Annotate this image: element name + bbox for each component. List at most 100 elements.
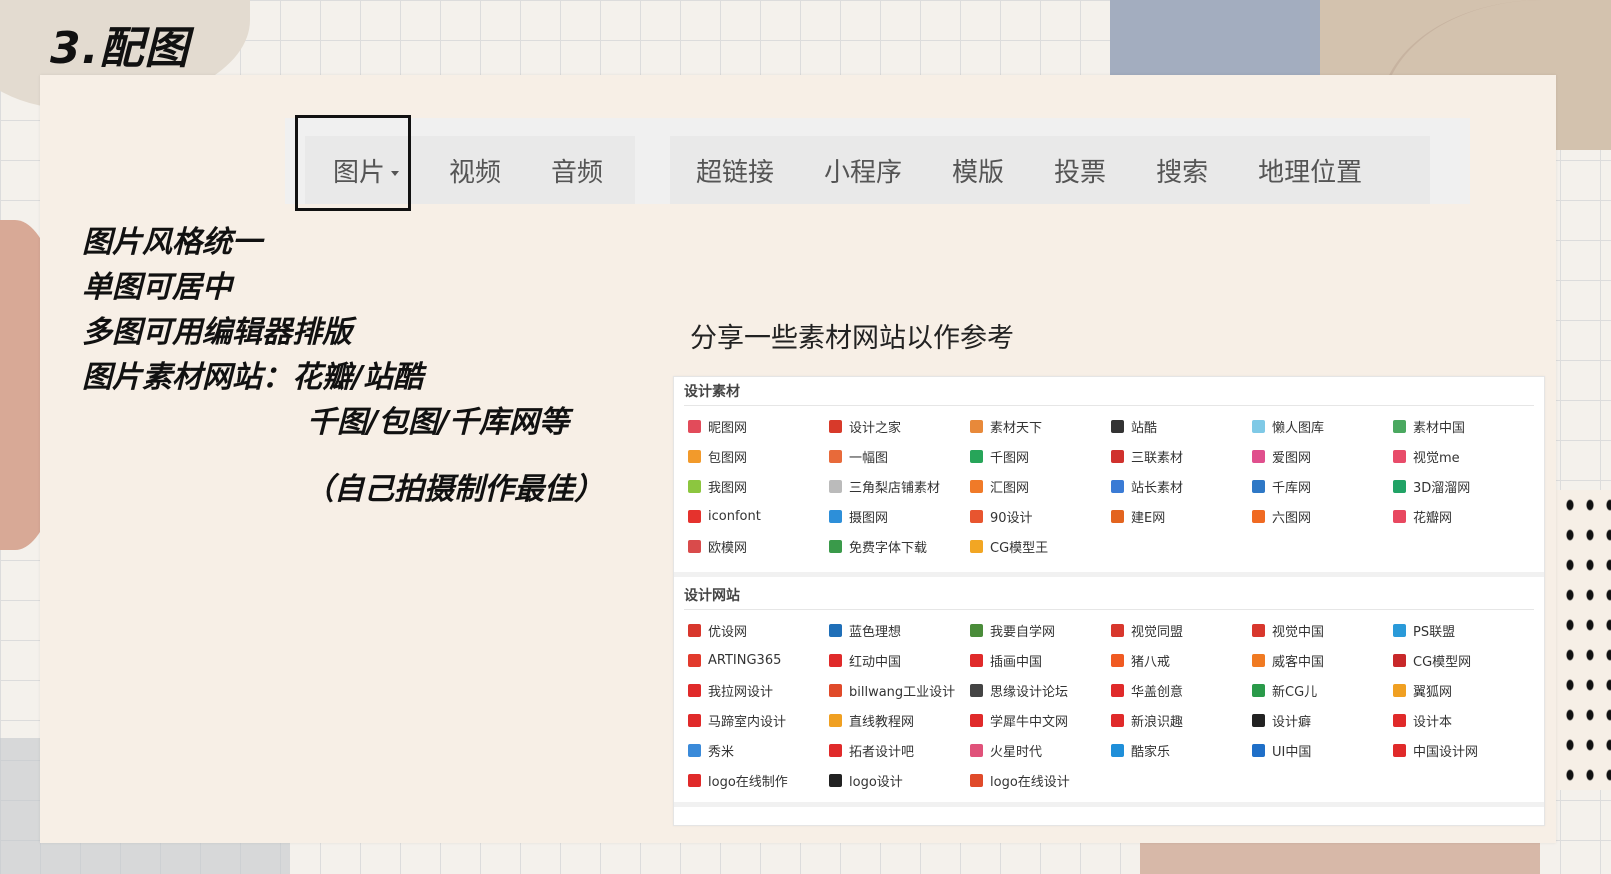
site-logo-icon	[970, 653, 983, 667]
resource-link[interactable]: 酷家乐	[1111, 735, 1252, 765]
resource-link[interactable]: iconfont	[688, 501, 829, 531]
resource-link[interactable]: 视觉me	[1393, 441, 1534, 471]
resource-link[interactable]: 拓者设计吧	[829, 735, 970, 765]
tab-miniprogram[interactable]: 小程序	[824, 152, 902, 189]
site-logo-icon	[688, 743, 701, 757]
resource-link[interactable]: 视觉中国	[1252, 615, 1393, 645]
resource-link[interactable]: 三联素材	[1111, 441, 1252, 471]
resource-link[interactable]: 千库网	[1252, 471, 1393, 501]
tab-search[interactable]: 搜索	[1156, 152, 1208, 189]
resource-link[interactable]: 建E网	[1111, 501, 1252, 531]
resource-link[interactable]: PS联盟	[1393, 615, 1534, 645]
resource-link-label: 建E网	[1131, 510, 1166, 526]
resource-link[interactable]: 昵图网	[688, 411, 829, 441]
site-logo-icon	[829, 713, 842, 727]
resource-link-label: 思缘设计论坛	[990, 684, 1069, 700]
resource-link-label: CG模型王	[990, 540, 1049, 556]
resource-link[interactable]: 素材中国	[1393, 411, 1534, 441]
resource-link[interactable]: 免费字体下载	[829, 531, 970, 561]
resource-link[interactable]: logo在线制作	[688, 765, 829, 795]
resource-link-label: logo设计	[849, 774, 903, 790]
resource-link[interactable]: billwang工业设计	[829, 675, 970, 705]
resource-link-label: UI中国	[1272, 744, 1312, 760]
note-line: （自己拍摄制作最佳）	[304, 472, 604, 507]
resource-link[interactable]: 新CG儿	[1252, 675, 1393, 705]
resource-link[interactable]: 我要自学网	[970, 615, 1111, 645]
site-logo-icon	[1393, 623, 1406, 637]
resource-link[interactable]: 红动中国	[829, 645, 970, 675]
site-logo-icon	[970, 419, 983, 433]
resource-link[interactable]: 站长素材	[1111, 471, 1252, 501]
resource-link[interactable]: 学犀牛中文网	[970, 705, 1111, 735]
resource-link[interactable]: 插画中国	[970, 645, 1111, 675]
resource-link-label: 新CG儿	[1272, 684, 1318, 700]
resource-link-label: 设计本	[1413, 714, 1453, 730]
resource-link[interactable]: 翼狐网	[1393, 675, 1534, 705]
resource-link[interactable]: 3D溜溜网	[1393, 471, 1534, 501]
resource-link-label: 翼狐网	[1413, 684, 1453, 700]
site-logo-icon	[829, 623, 842, 637]
resource-link[interactable]: 汇图网	[970, 471, 1111, 501]
resource-link[interactable]: ARTING365	[688, 645, 829, 675]
resource-link[interactable]: 火星时代	[970, 735, 1111, 765]
resource-link[interactable]: 花瓣网	[1393, 501, 1534, 531]
site-logo-icon	[970, 539, 983, 553]
resource-link-label: 猪八戒	[1131, 654, 1171, 670]
resource-link[interactable]: 威客中国	[1252, 645, 1393, 675]
resource-link-label: 站长素材	[1131, 480, 1184, 496]
resource-link[interactable]: 我图网	[688, 471, 829, 501]
tab-template[interactable]: 模版	[952, 152, 1004, 189]
resource-link[interactable]: 三角梨店铺素材	[829, 471, 970, 501]
resource-link[interactable]: 90设计	[970, 501, 1111, 531]
resource-link[interactable]: 懒人图库	[1252, 411, 1393, 441]
resource-link[interactable]: 思缘设计论坛	[970, 675, 1111, 705]
resource-link[interactable]: 设计癖	[1252, 705, 1393, 735]
resource-link[interactable]: 猪八戒	[1111, 645, 1252, 675]
resource-link[interactable]: 马蹄室内设计	[688, 705, 829, 735]
tab-audio[interactable]: 音频	[551, 152, 603, 189]
resource-link[interactable]: 视觉同盟	[1111, 615, 1252, 645]
resource-link[interactable]: 摄图网	[829, 501, 970, 531]
site-logo-icon	[1111, 683, 1124, 697]
note-line: 图片风格统一	[82, 225, 262, 260]
resource-link[interactable]: 优设网	[688, 615, 829, 645]
resource-link[interactable]: 素材天下	[970, 411, 1111, 441]
tab-location[interactable]: 地理位置	[1258, 152, 1362, 189]
resource-link[interactable]: 中国设计网	[1393, 735, 1534, 765]
site-logo-icon	[1252, 449, 1265, 463]
resource-link[interactable]: 包图网	[688, 441, 829, 471]
resource-link[interactable]: UI中国	[1252, 735, 1393, 765]
resource-link[interactable]: 蓝色理想	[829, 615, 970, 645]
tab-hyperlink[interactable]: 超链接	[696, 152, 774, 189]
resource-link[interactable]: 欧模网	[688, 531, 829, 561]
resource-link[interactable]: CG模型王	[970, 531, 1111, 561]
site-logo-icon	[1252, 479, 1265, 493]
resource-link[interactable]: 爱图网	[1252, 441, 1393, 471]
resource-link-label: 设计癖	[1272, 714, 1312, 730]
resource-link[interactable]: 直线教程网	[829, 705, 970, 735]
resource-link[interactable]: 设计之家	[829, 411, 970, 441]
tab-group-more: 超链接 小程序 模版 投票 搜索 地理位置	[670, 136, 1430, 204]
resource-link[interactable]: 秀米	[688, 735, 829, 765]
resource-link[interactable]: 千图网	[970, 441, 1111, 471]
resource-link[interactable]: 设计本	[1393, 705, 1534, 735]
resource-link[interactable]: logo在线设计	[970, 765, 1111, 795]
resource-link[interactable]: 一幅图	[829, 441, 970, 471]
resource-link[interactable]: 我拉网设计	[688, 675, 829, 705]
tab-vote[interactable]: 投票	[1054, 152, 1106, 189]
tab-video[interactable]: 视频	[449, 152, 501, 189]
resource-link-label: 我图网	[708, 480, 748, 496]
resource-link[interactable]: 六图网	[1252, 501, 1393, 531]
site-logo-icon	[829, 653, 842, 667]
resource-link[interactable]: CG模型网	[1393, 645, 1534, 675]
resource-link[interactable]: logo设计	[829, 765, 970, 795]
site-logo-icon	[1111, 713, 1124, 727]
resource-link-label: 优设网	[708, 624, 748, 640]
resource-link[interactable]: 华盖创意	[1111, 675, 1252, 705]
site-logo-icon	[688, 623, 701, 637]
resource-link-label: 三联素材	[1131, 450, 1184, 466]
resource-link-label: 花瓣网	[1413, 510, 1453, 526]
resource-link[interactable]: 站酷	[1111, 411, 1252, 441]
resource-link[interactable]: 新浪识趣	[1111, 705, 1252, 735]
site-logo-icon	[970, 509, 983, 523]
